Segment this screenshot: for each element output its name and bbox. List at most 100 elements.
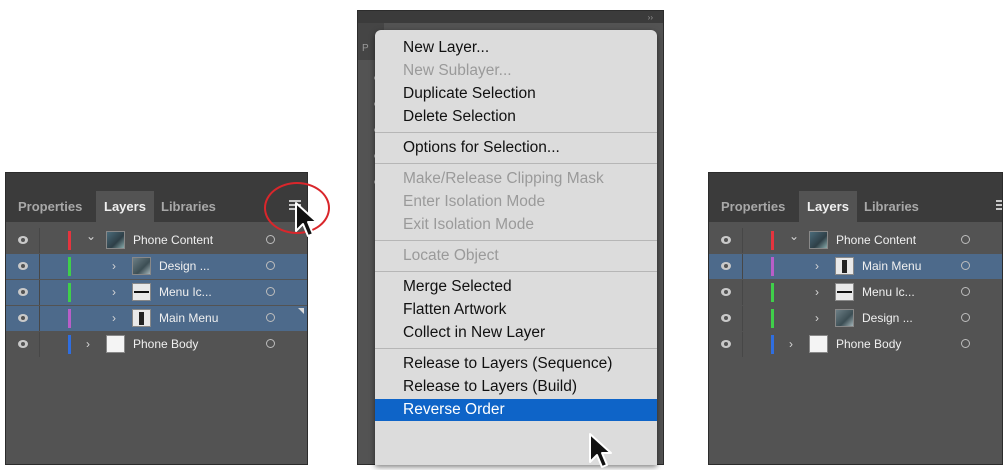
- layer-name: Main Menu: [862, 259, 922, 273]
- menu-item-delete-selection[interactable]: Delete Selection: [375, 106, 657, 128]
- target-circle-icon[interactable]: [266, 235, 275, 244]
- layer-name: Phone Content: [133, 233, 214, 247]
- layers-panel-after: Properties Layers Libraries ⌄ Phone Conte…: [708, 172, 1003, 465]
- visibility-eye-icon[interactable]: [18, 262, 28, 270]
- lock-column[interactable]: [39, 280, 40, 305]
- layer-thumbnail: [132, 309, 151, 327]
- layer-color-bar: [771, 231, 774, 250]
- target-circle-icon[interactable]: [961, 287, 970, 296]
- tab-layers[interactable]: Layers: [96, 191, 154, 222]
- chevron-right-icon[interactable]: ›: [112, 285, 116, 299]
- chevron-right-icon[interactable]: ›: [789, 337, 793, 351]
- visibility-eye-icon[interactable]: [721, 262, 731, 270]
- visibility-eye-icon[interactable]: [18, 236, 28, 244]
- layer-color-bar: [68, 257, 71, 276]
- chevron-right-icon[interactable]: ›: [815, 285, 819, 299]
- layer-row[interactable]: ⌄ Phone Content: [6, 228, 307, 253]
- layer-row[interactable]: › Menu Ic...: [709, 280, 1002, 305]
- layer-color-bar: [68, 231, 71, 250]
- layer-row[interactable]: › Phone Body: [709, 332, 1002, 357]
- menu-separator: [375, 271, 657, 272]
- layer-name: Phone Body: [133, 337, 199, 351]
- layer-name: Design ...: [159, 259, 210, 273]
- lock-column[interactable]: [39, 306, 40, 331]
- chevron-right-icon[interactable]: ›: [815, 311, 819, 325]
- lock-column[interactable]: [39, 228, 40, 253]
- menu-separator: [375, 348, 657, 349]
- tab-properties[interactable]: Properties: [713, 191, 793, 222]
- target-circle-icon[interactable]: [266, 313, 275, 322]
- layer-color-bar: [771, 257, 774, 276]
- target-circle-icon[interactable]: [961, 339, 970, 348]
- menu-item-release-to-layers-build[interactable]: Release to Layers (Build): [375, 376, 657, 398]
- pointer-cursor-icon: [295, 202, 318, 237]
- layers-panel-before: Properties Layers Libraries ⌄ Phone Conte…: [5, 172, 308, 465]
- target-circle-icon[interactable]: [266, 287, 275, 296]
- target-circle-icon[interactable]: [266, 261, 275, 270]
- layer-thumbnail: [132, 257, 151, 275]
- visibility-eye-icon[interactable]: [18, 340, 28, 348]
- pointer-cursor-icon: [589, 433, 612, 468]
- menu-item-release-to-layers-sequence[interactable]: Release to Layers (Sequence): [375, 353, 657, 375]
- visibility-eye-icon[interactable]: [721, 314, 731, 322]
- tab-libraries[interactable]: Libraries: [856, 191, 927, 222]
- visibility-eye-icon[interactable]: [721, 236, 731, 244]
- layer-row[interactable]: › Main Menu: [709, 254, 1002, 279]
- layer-color-bar: [771, 283, 774, 302]
- menu-item-exit-isolation-mode: Exit Isolation Mode: [403, 216, 534, 233]
- lock-column[interactable]: [39, 254, 40, 279]
- layer-thumbnail: [809, 231, 828, 249]
- visibility-eye-icon[interactable]: [721, 288, 731, 296]
- chevron-down-icon[interactable]: ⌄: [86, 229, 96, 243]
- lock-column[interactable]: [742, 280, 743, 305]
- tab-libraries[interactable]: Libraries: [153, 191, 224, 222]
- layer-row[interactable]: › Design ...: [6, 254, 307, 279]
- menu-item-flatten-artwork[interactable]: Flatten Artwork: [375, 299, 657, 321]
- panel-options-triangle-icon: [298, 308, 304, 314]
- tab-properties[interactable]: Properties: [10, 191, 90, 222]
- lock-column[interactable]: [742, 254, 743, 279]
- layer-color-bar: [68, 335, 71, 354]
- menu-item-options-for-selection[interactable]: Options for Selection...: [375, 137, 657, 159]
- chevron-right-icon[interactable]: ›: [86, 337, 90, 351]
- layer-row[interactable]: › Design ...: [709, 306, 1002, 331]
- lock-column[interactable]: [742, 332, 743, 357]
- chevron-down-icon[interactable]: ⌄: [789, 229, 799, 243]
- visibility-eye-icon[interactable]: [18, 314, 28, 322]
- layer-thumbnail: [835, 283, 854, 301]
- target-circle-icon[interactable]: [961, 235, 970, 244]
- menu-item-enter-isolation-mode: Enter Isolation Mode: [403, 193, 546, 210]
- layer-color-bar: [771, 335, 774, 354]
- layer-row[interactable]: › Phone Body: [6, 332, 307, 357]
- target-circle-icon[interactable]: [961, 261, 970, 270]
- lock-column[interactable]: [742, 228, 743, 253]
- target-circle-icon[interactable]: [266, 339, 275, 348]
- chevron-right-icon[interactable]: ›: [815, 259, 819, 273]
- layer-name: Main Menu: [159, 311, 219, 325]
- panel-menu-icon[interactable]: [996, 200, 1002, 212]
- visibility-eye-icon[interactable]: [721, 340, 731, 348]
- visibility-eye-icon[interactable]: [18, 288, 28, 296]
- target-circle-icon[interactable]: [961, 313, 970, 322]
- menu-separator: [375, 132, 657, 133]
- layer-row[interactable]: ⌄ Phone Content: [709, 228, 1002, 253]
- menu-item-reverse-order[interactable]: Reverse Order: [375, 399, 657, 421]
- lock-column[interactable]: [39, 332, 40, 357]
- layer-name: Phone Body: [836, 337, 902, 351]
- lock-column[interactable]: [742, 306, 743, 331]
- layer-thumbnail: [835, 309, 854, 327]
- menu-item-collect-in-new-layer[interactable]: Collect in New Layer: [375, 322, 657, 344]
- menu-item-merge-selected[interactable]: Merge Selected: [375, 276, 657, 298]
- chevron-right-icon[interactable]: ›: [112, 259, 116, 273]
- layer-color-bar: [771, 309, 774, 328]
- menu-item-duplicate-selection[interactable]: Duplicate Selection: [375, 83, 657, 105]
- layer-row[interactable]: › Main Menu: [6, 306, 307, 331]
- tab-layers[interactable]: Layers: [799, 191, 857, 222]
- layer-name: Menu Ic...: [862, 285, 915, 299]
- layer-thumbnail: [835, 257, 854, 275]
- menu-item-locate-object: Locate Object: [403, 247, 499, 264]
- chevron-right-icon[interactable]: ›: [112, 311, 116, 325]
- menu-item-new-layer[interactable]: New Layer...: [375, 37, 657, 59]
- layer-row[interactable]: › Menu Ic...: [6, 280, 307, 305]
- layer-name: Menu Ic...: [159, 285, 212, 299]
